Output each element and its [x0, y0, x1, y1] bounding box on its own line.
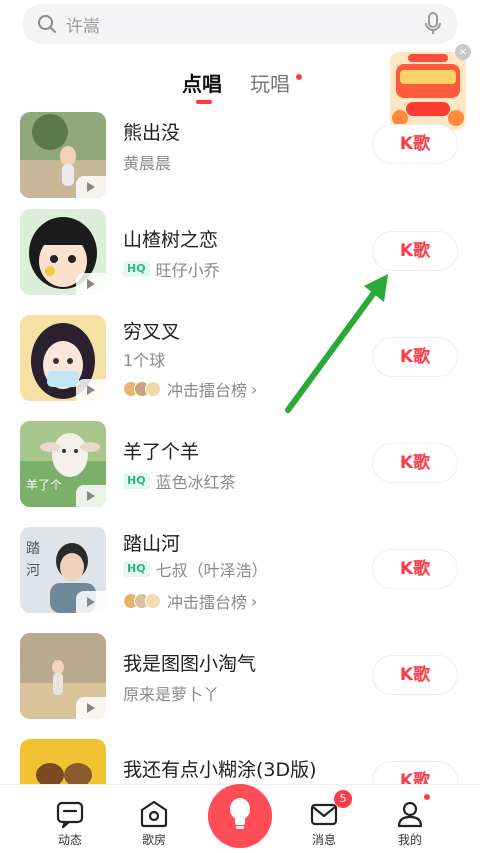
- chat-icon: [55, 799, 85, 829]
- message-count-badge: 5: [334, 790, 352, 808]
- song-cover[interactable]: [20, 633, 106, 719]
- song-item[interactable]: 山楂树之恋 HQ 旺仔小乔 K歌: [0, 209, 480, 305]
- song-artist: 黄晨晨: [123, 154, 172, 173]
- play-icon: [76, 697, 106, 719]
- sing-center-button[interactable]: [208, 784, 272, 848]
- annotation-arrow: [285, 274, 388, 413]
- k-song-button[interactable]: K歌: [372, 443, 458, 483]
- song-artist-line: HQ 旺仔小乔: [123, 257, 220, 281]
- song-item[interactable]: 我还有点小糊涂(3D版) K歌: [0, 739, 480, 784]
- song-title: 山楂树之恋: [123, 229, 219, 251]
- search-bar[interactable]: 许嵩: [22, 4, 458, 44]
- hq-badge: HQ: [123, 473, 150, 489]
- song-title: 穷叉叉: [123, 321, 181, 343]
- nav-label: 我的: [397, 833, 422, 847]
- song-item[interactable]: 我是图图小淘气 原来是萝卜丫 K歌: [0, 633, 480, 729]
- song-title: 我还有点小糊涂(3D版): [123, 759, 317, 781]
- k-song-button[interactable]: K歌: [372, 761, 458, 784]
- nav-label: 消息: [311, 833, 336, 847]
- nav-label: 歌房: [141, 833, 166, 847]
- person-icon: [395, 799, 425, 829]
- song-artist: 原来是萝卜丫: [123, 685, 220, 704]
- room-icon: [139, 799, 169, 829]
- song-artist: 旺仔小乔: [155, 261, 220, 280]
- song-item[interactable]: 羊了个 羊了个羊 HQ 蓝色冰红茶 K歌: [0, 421, 480, 517]
- song-artist-line: 黄晨晨: [123, 150, 171, 174]
- song-item[interactable]: 踏河 踏山河 HQ 七叔（叶泽浩） 冲击擂台榜 › K歌: [0, 527, 480, 623]
- bulb-icon: [227, 797, 253, 835]
- k-song-button[interactable]: K歌: [372, 231, 458, 271]
- song-artist-line: 原来是萝卜丫: [123, 681, 219, 705]
- k-song-button[interactable]: K歌: [372, 124, 458, 164]
- song-artist: 1个球: [123, 351, 166, 370]
- tab-new-dot: [296, 74, 302, 80]
- song-title: 羊了个羊: [123, 441, 200, 463]
- song-cover[interactable]: [20, 315, 106, 401]
- play-icon: [76, 176, 106, 198]
- hq-badge: HQ: [123, 261, 150, 277]
- song-cover[interactable]: [20, 112, 106, 198]
- song-cover[interactable]: 踏河: [20, 527, 106, 613]
- avatar-group: [123, 593, 161, 609]
- play-icon: [76, 591, 106, 613]
- promo-close-icon[interactable]: ×: [455, 44, 471, 60]
- svg-text:羊了个: 羊了个: [26, 477, 62, 492]
- profile-dot: [424, 794, 430, 800]
- microphone-icon[interactable]: [422, 12, 444, 36]
- play-icon: [76, 273, 106, 295]
- avatar: [145, 593, 161, 609]
- song-artist: 蓝色冰红茶: [155, 473, 236, 492]
- rank-link[interactable]: 冲击擂台榜 ›: [123, 589, 257, 613]
- song-cover[interactable]: [20, 209, 106, 295]
- song-title: 踏山河: [123, 533, 181, 555]
- k-song-button[interactable]: K歌: [372, 549, 458, 589]
- song-artist-line: 1个球: [123, 347, 165, 371]
- avatar-group: [123, 381, 161, 397]
- nav-dongtai[interactable]: 动态: [40, 785, 100, 853]
- chevron-right-icon: ›: [251, 591, 258, 611]
- search-icon: [36, 13, 58, 35]
- song-title: 我是图图小淘气: [123, 653, 257, 675]
- song-item[interactable]: 熊出没 黄晨晨 K歌: [0, 112, 480, 208]
- nav-label: 动态: [57, 833, 82, 847]
- nav-gefang[interactable]: 歌房: [124, 785, 184, 853]
- song-cover[interactable]: [20, 739, 106, 784]
- svg-text:河: 河: [26, 563, 40, 579]
- play-icon: [76, 379, 106, 401]
- tab-active-indicator: [196, 100, 212, 104]
- rank-label: 冲击擂台榜: [167, 381, 248, 400]
- rank-label: 冲击擂台榜: [167, 593, 248, 612]
- song-cover[interactable]: 羊了个: [20, 421, 106, 507]
- song-artist-line: HQ 七叔（叶泽浩）: [123, 557, 268, 581]
- hq-badge: HQ: [123, 561, 150, 577]
- rank-link[interactable]: 冲击擂台榜 ›: [123, 377, 257, 401]
- song-artist: 七叔（叶泽浩）: [155, 561, 268, 580]
- tab-wanchang[interactable]: 玩唱: [250, 62, 290, 106]
- play-icon: [76, 485, 106, 507]
- search-input[interactable]: 许嵩: [66, 12, 422, 37]
- nav-wode[interactable]: 我的: [380, 785, 440, 853]
- svg-text:踏: 踏: [26, 541, 40, 557]
- avatar: [145, 381, 161, 397]
- song-title: 熊出没: [123, 122, 181, 144]
- song-artist-line: HQ 蓝色冰红茶: [123, 469, 236, 493]
- k-song-button[interactable]: K歌: [372, 655, 458, 695]
- chevron-right-icon: ›: [251, 379, 258, 399]
- song-item[interactable]: 穷叉叉 1个球 冲击擂台榜 › K歌: [0, 315, 480, 411]
